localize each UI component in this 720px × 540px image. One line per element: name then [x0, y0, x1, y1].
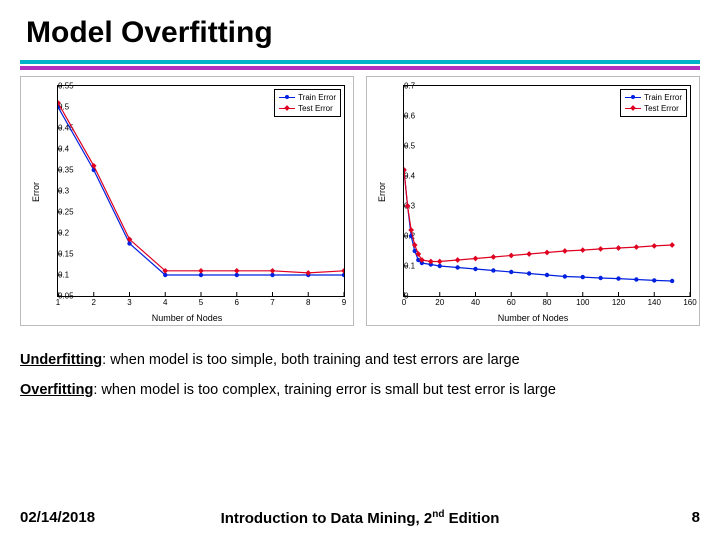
legend-train-label: Train Error	[644, 92, 682, 103]
xtick-label: 60	[507, 298, 516, 307]
legend-line-icon	[279, 97, 295, 98]
data-marker	[526, 251, 532, 257]
footer-sup: nd	[432, 509, 444, 520]
xtick-label: 4	[163, 298, 167, 307]
xtick-label: 80	[543, 298, 552, 307]
ylabel: Error	[31, 182, 41, 202]
slide: Model Overfitting 1234567890.050.10.150.…	[0, 0, 720, 540]
xtick-label: 5	[199, 298, 203, 307]
legend-line-icon	[625, 97, 641, 98]
data-marker	[234, 268, 240, 274]
legend-train: Train Error	[625, 92, 682, 103]
chart-svg	[404, 86, 690, 296]
data-marker	[669, 242, 675, 248]
xtick-label: 120	[612, 298, 625, 307]
xtick-label: 40	[471, 298, 480, 307]
legend-test: Test Error	[279, 103, 336, 114]
data-marker	[545, 273, 549, 277]
data-marker	[405, 203, 411, 209]
data-marker	[455, 265, 459, 269]
chart-right-legend: Train Error Test Error	[620, 89, 687, 117]
chart-left-legend: Train Error Test Error	[274, 89, 341, 117]
overfit-text: : when model is too complex, training er…	[93, 382, 556, 398]
data-marker	[473, 267, 477, 271]
data-marker	[473, 256, 479, 262]
data-marker	[455, 257, 461, 263]
data-marker	[616, 245, 622, 251]
legend-test: Test Error	[625, 103, 682, 114]
footer-title-a: Introduction to Data Mining, 2	[221, 510, 433, 527]
underfit-term: Underfitting	[20, 352, 102, 368]
overfit-term: Overfitting	[20, 382, 93, 398]
data-marker	[562, 248, 568, 254]
data-marker	[634, 277, 638, 281]
data-marker	[404, 167, 407, 173]
xtick-label: 140	[648, 298, 661, 307]
chart-svg	[58, 86, 344, 296]
data-marker	[598, 246, 604, 252]
data-marker	[670, 279, 674, 283]
data-marker	[491, 268, 495, 272]
charts-row: 1234567890.050.10.150.20.250.30.350.40.4…	[20, 76, 700, 326]
legend-train: Train Error	[279, 92, 336, 103]
data-marker	[544, 250, 550, 256]
data-marker	[342, 273, 344, 277]
xtick-label: 100	[576, 298, 589, 307]
data-marker	[341, 268, 344, 274]
legend-test-label: Test Error	[298, 103, 333, 114]
xtick-label: 2	[92, 298, 96, 307]
data-marker	[270, 268, 276, 274]
footer-date: 02/14/2018	[20, 509, 95, 526]
xlabel: Number of Nodes	[152, 313, 223, 323]
chart-right: 02040608010012014016000.10.20.30.40.50.6…	[366, 76, 700, 326]
data-marker	[616, 276, 620, 280]
legend-line-icon	[625, 108, 641, 109]
xtick-label: 3	[127, 298, 131, 307]
accent-bar-purple	[20, 66, 700, 70]
data-marker	[651, 243, 657, 249]
data-marker	[428, 259, 434, 265]
chart-left: 1234567890.050.10.150.20.250.30.350.40.4…	[20, 76, 354, 326]
overfit-caption: Overfitting: when model is too complex, …	[20, 380, 700, 402]
data-marker	[509, 270, 513, 274]
train-line	[58, 107, 344, 275]
data-marker	[652, 278, 656, 282]
xtick-label: 20	[435, 298, 444, 307]
footer-center: Introduction to Data Mining, 2nd Edition	[221, 509, 500, 527]
legend-test-label: Test Error	[644, 103, 679, 114]
data-marker	[634, 244, 640, 250]
data-marker	[198, 268, 204, 274]
data-marker	[438, 264, 442, 268]
test-line	[404, 170, 672, 262]
test-line	[58, 103, 344, 273]
data-marker	[437, 259, 443, 265]
underfit-caption: Underfitting: when model is too simple, …	[20, 350, 700, 372]
legend-line-icon	[279, 108, 295, 109]
captions: Underfitting: when model is too simple, …	[20, 350, 700, 402]
xlabel: Number of Nodes	[498, 313, 569, 323]
xtick-label: 9	[342, 298, 346, 307]
data-marker	[581, 275, 585, 279]
data-marker	[91, 163, 97, 169]
data-marker	[491, 254, 497, 260]
ylabel: Error	[377, 182, 387, 202]
train-line	[404, 170, 672, 281]
xtick-label: 160	[683, 298, 696, 307]
data-marker	[508, 253, 514, 259]
data-marker	[527, 271, 531, 275]
data-marker	[563, 274, 567, 278]
divider	[20, 60, 700, 70]
page-title: Model Overfitting	[26, 16, 700, 50]
footer-title-b: Edition	[444, 510, 499, 527]
data-marker	[598, 276, 602, 280]
xtick-label: 6	[235, 298, 239, 307]
footer: 02/14/2018 Introduction to Data Mining, …	[20, 509, 700, 526]
legend-train-label: Train Error	[298, 92, 336, 103]
data-marker	[408, 227, 414, 233]
xtick-label: 7	[270, 298, 274, 307]
footer-page: 8	[692, 509, 700, 526]
data-marker	[580, 247, 586, 253]
xtick-label: 8	[306, 298, 310, 307]
underfit-text: : when model is too simple, both trainin…	[102, 352, 520, 368]
